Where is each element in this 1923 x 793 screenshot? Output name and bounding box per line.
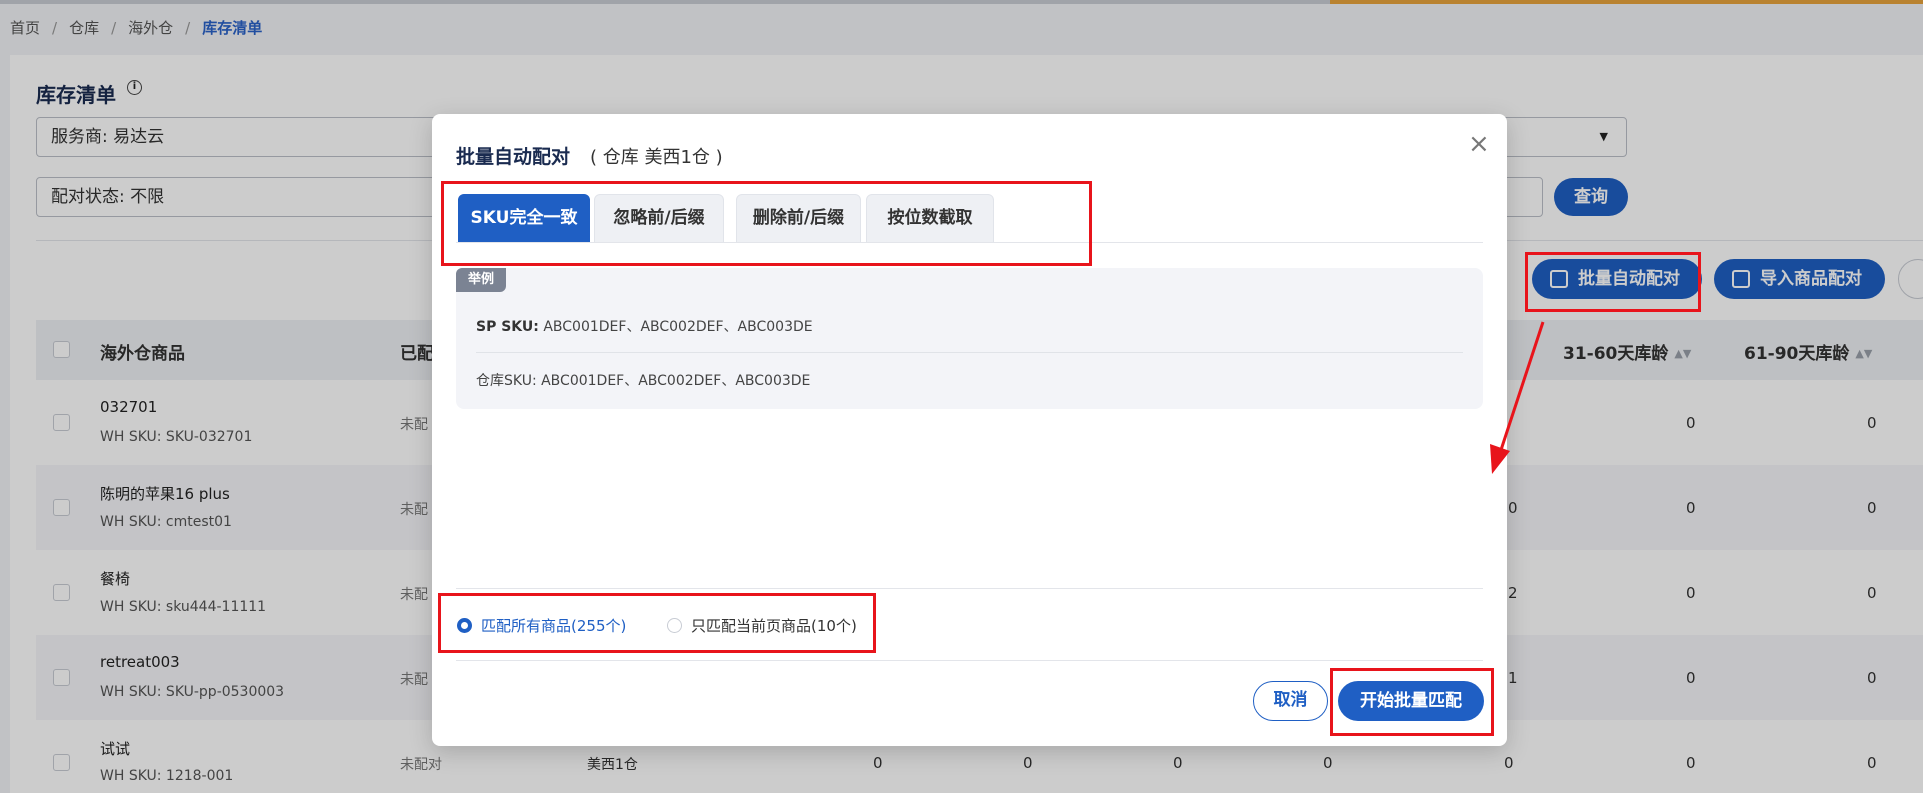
annotation-arrow [1490,321,1545,474]
